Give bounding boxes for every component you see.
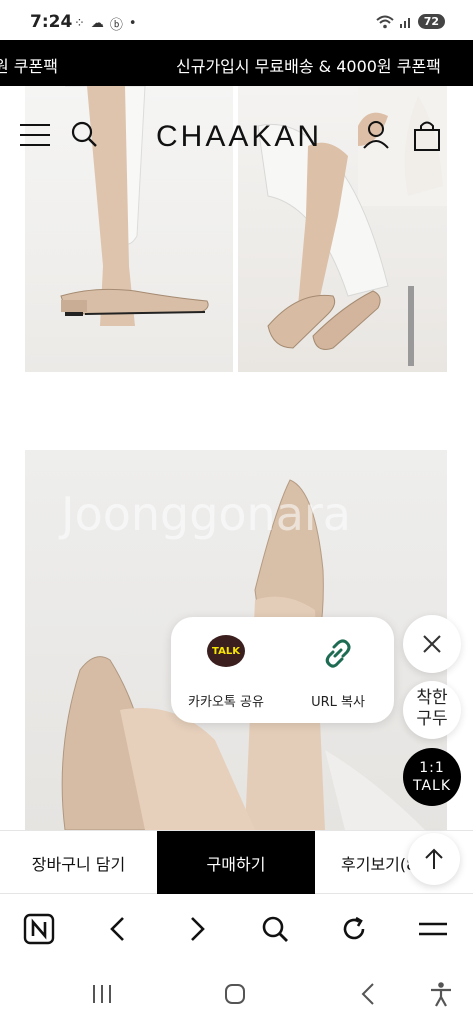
recent-apps-icon [93,985,111,1003]
browser-back-button[interactable] [98,909,138,949]
kakao-share-button[interactable]: TALK 카카오톡 공유 [171,635,281,710]
chevron-right-icon [191,917,205,941]
promo-banner-text-partial: 원 쿠폰팩 [0,57,58,76]
browser-forward-button[interactable] [177,909,217,949]
browser-search-button[interactable] [255,909,295,949]
add-to-cart-button[interactable]: 장바구니 담기 [0,831,157,894]
status-time: 7:24 [30,12,73,32]
app-notification-icon: ⁘ [74,16,85,31]
promo-banner[interactable]: 원 쿠폰팩 신규가입시 무료배송 & 4000원 쿠폰팩 [0,40,473,86]
close-icon [423,635,441,653]
purchase-action-bar: 장바구니 담기 구매하기 후기보기(8 [0,830,473,894]
browser-menu-button[interactable] [413,909,453,949]
promo-banner-text: 신규가입시 무료배송 & 4000원 쿠폰팩 [176,57,441,76]
shopping-bag-icon[interactable] [412,120,442,152]
talk-fab-line1: 1:1 [419,760,445,776]
menu-lines-icon [419,922,447,936]
scroll-to-top-button[interactable] [408,833,460,885]
battery-indicator: 72 [417,14,445,29]
site-logo[interactable]: CHAAKAN [156,120,322,154]
account-icon[interactable] [362,120,390,150]
review-fab-line2: 구두 [416,709,448,729]
notification-icons: ⁘ ☁ ⓑ • [74,14,137,33]
status-bar: 7:24 ⁘ ☁ ⓑ • 72 [0,0,473,44]
url-copy-button[interactable]: URL 복사 [283,635,393,710]
one-to-one-talk-button[interactable]: 1:1 TALK [403,748,461,806]
naver-home-button[interactable] [19,909,59,949]
share-popup: TALK 카카오톡 공유 URL 복사 [171,617,394,723]
accessibility-icon [431,982,451,1007]
browser-refresh-button[interactable] [334,909,374,949]
naver-n-icon [23,913,55,945]
watermark-text: Joonggonara [58,487,351,541]
system-back-button[interactable] [351,979,385,1009]
wifi-icon [376,15,394,28]
review-shoes-button[interactable]: 착한 구두 [403,681,461,739]
back-chevron-icon [361,983,374,1005]
link-icon [325,639,351,668]
search-icon[interactable] [70,120,98,148]
close-share-button[interactable] [403,615,461,673]
menu-icon[interactable] [20,124,50,146]
kakao-share-label: 카카오톡 공유 [188,695,264,710]
search-icon [262,916,288,942]
buy-now-button[interactable]: 구매하기 [157,831,315,894]
cloud-notification-icon: ☁ [90,16,104,31]
talk-fab-line2: TALK [412,778,452,794]
arrow-up-icon [425,848,443,869]
kakaotalk-icon: TALK [207,635,245,667]
home-icon [225,984,245,1004]
home-button[interactable] [218,979,252,1009]
review-fab-line1: 착한 [416,688,448,708]
signal-icon [399,17,410,28]
url-copy-label: URL 복사 [311,695,365,710]
system-status-icons: 72 [376,14,445,29]
browser-toolbar [0,895,473,963]
system-navigation-bar [0,963,473,1024]
recent-apps-button[interactable] [85,979,119,1009]
refresh-icon [343,916,365,940]
b-app-notification-icon: ⓑ [109,18,123,33]
site-header: CHAAKAN [0,100,473,170]
chevron-left-icon [110,917,124,941]
dot-icon: • [128,16,137,31]
accessibility-button[interactable] [424,979,458,1009]
